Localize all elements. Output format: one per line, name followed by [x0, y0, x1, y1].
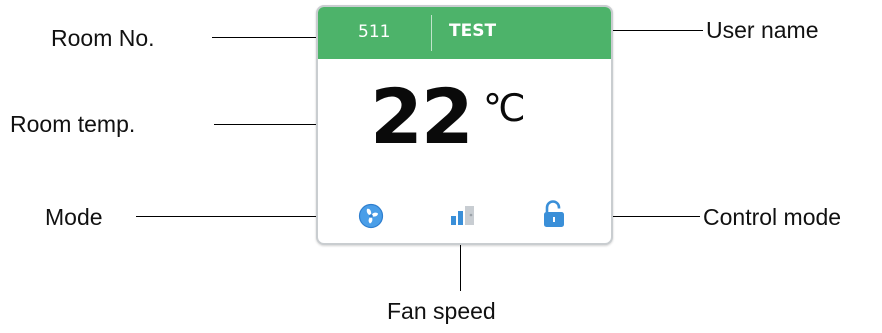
control-mode-label: Control mode	[703, 204, 842, 230]
fan-speed-label: Fan speed	[387, 298, 496, 324]
card-header: 511 TEST	[318, 7, 611, 59]
room-temp-label: Room temp.	[10, 111, 136, 137]
mode-label: Mode	[45, 204, 103, 230]
temperature-unit: ℃	[483, 86, 526, 130]
user-name: TEST	[449, 21, 497, 41]
room-temperature: 22	[370, 72, 474, 161]
room-no-label: Room No.	[51, 25, 155, 51]
fan-mode-icon	[358, 203, 384, 229]
unlocked-padlock-icon	[544, 200, 564, 227]
header-divider	[431, 15, 432, 51]
room-status-card[interactable]: 511 TEST 22 ℃	[316, 5, 613, 245]
fan-speed-bars-icon	[451, 206, 474, 225]
user-name-label: User name	[706, 17, 819, 43]
room-number: 511	[358, 22, 391, 42]
